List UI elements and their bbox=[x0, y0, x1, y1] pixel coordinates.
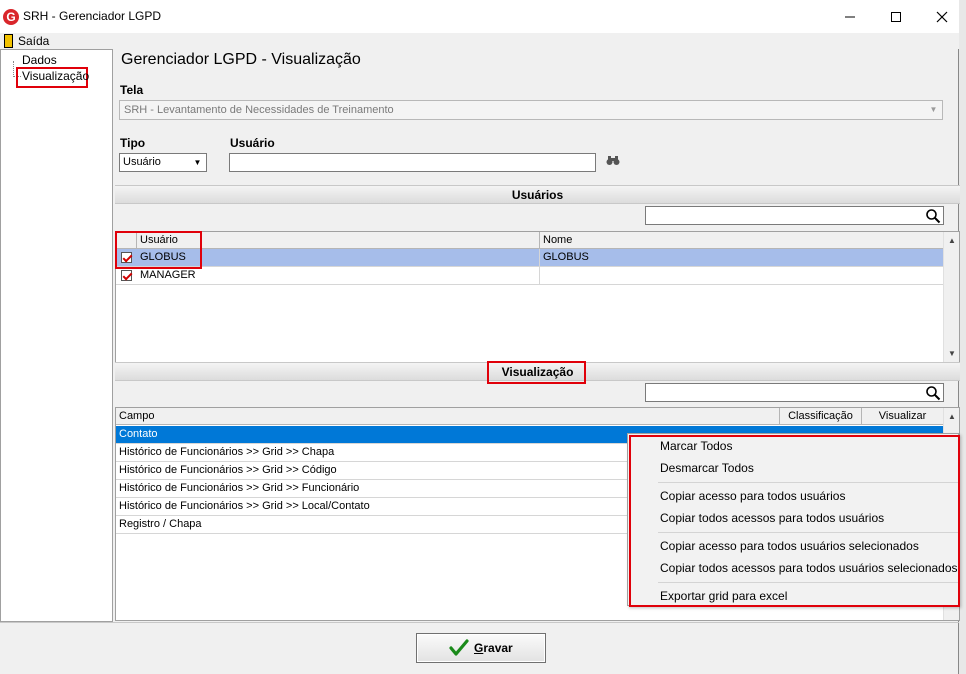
checkmark-icon bbox=[449, 639, 469, 656]
tree-item-dados[interactable]: Dados bbox=[22, 53, 57, 67]
visualizacao-search-input[interactable] bbox=[645, 383, 944, 402]
exit-door-icon[interactable] bbox=[4, 34, 13, 48]
table-row[interactable]: GLOBUS GLOBUS bbox=[116, 249, 944, 267]
chevron-down-icon: ▼ bbox=[929, 105, 938, 114]
column-header-visualizar[interactable]: Visualizar bbox=[862, 408, 944, 425]
usuario-input[interactable] bbox=[229, 153, 596, 172]
vertical-scrollbar[interactable]: ▲ ▼ bbox=[943, 232, 959, 362]
close-icon bbox=[936, 11, 948, 23]
cell-nome: GLOBUS bbox=[540, 249, 944, 267]
usuario-label: Usuário bbox=[230, 136, 275, 150]
column-header-campo[interactable]: Campo bbox=[116, 408, 780, 425]
tela-label: Tela bbox=[120, 83, 144, 97]
table-row[interactable]: MANAGER bbox=[116, 267, 944, 285]
column-header-classificacao[interactable]: Classificação bbox=[780, 408, 862, 425]
usuarios-section-header: Usuários bbox=[115, 185, 960, 204]
minimize-icon bbox=[845, 16, 855, 18]
app-logo-icon: G bbox=[3, 9, 19, 25]
window-title: SRH - Gerenciador LGPD bbox=[23, 9, 162, 23]
maximize-button[interactable] bbox=[873, 0, 919, 33]
save-button[interactable]: Gravar bbox=[416, 633, 546, 663]
row-checkbox[interactable] bbox=[121, 270, 132, 281]
red-highlight-box bbox=[487, 361, 586, 384]
navigation-tree bbox=[0, 49, 113, 622]
search-icon[interactable] bbox=[925, 385, 941, 401]
tela-select: SRH - Levantamento de Necessidades de Tr… bbox=[119, 100, 943, 120]
save-button-label: Gravar bbox=[474, 641, 513, 655]
page-title: Gerenciador LGPD - Visualização bbox=[121, 51, 361, 68]
scroll-down-icon[interactable]: ▼ bbox=[944, 345, 959, 362]
chevron-down-icon[interactable]: ▼ bbox=[189, 154, 206, 171]
usuarios-grid: Usuário Nome GLOBUS GLOBUS MANAGER ▲ ▼ bbox=[115, 231, 960, 363]
title-bar: G SRH - Gerenciador LGPD bbox=[0, 0, 959, 33]
minimize-button[interactable] bbox=[827, 0, 873, 33]
scroll-up-icon[interactable]: ▲ bbox=[944, 232, 959, 249]
scroll-up-icon[interactable]: ▲ bbox=[944, 408, 959, 425]
search-icon[interactable] bbox=[925, 208, 941, 224]
usuarios-search-input[interactable] bbox=[645, 206, 944, 225]
red-highlight-box bbox=[629, 435, 960, 607]
close-button[interactable] bbox=[919, 0, 965, 33]
column-header-nome[interactable]: Nome bbox=[540, 232, 944, 249]
maximize-icon bbox=[891, 11, 901, 22]
cell-nome bbox=[540, 267, 944, 285]
footer-divider bbox=[0, 622, 959, 623]
tree-item-visualizacao[interactable]: Visualização bbox=[22, 69, 89, 83]
tipo-label: Tipo bbox=[120, 136, 146, 150]
menu-bar: Saída bbox=[0, 33, 959, 49]
cell-usuario: MANAGER bbox=[137, 267, 540, 285]
menu-exit[interactable]: Saída bbox=[18, 34, 49, 48]
binoculars-icon[interactable] bbox=[606, 156, 620, 169]
red-highlight-box bbox=[115, 231, 202, 269]
